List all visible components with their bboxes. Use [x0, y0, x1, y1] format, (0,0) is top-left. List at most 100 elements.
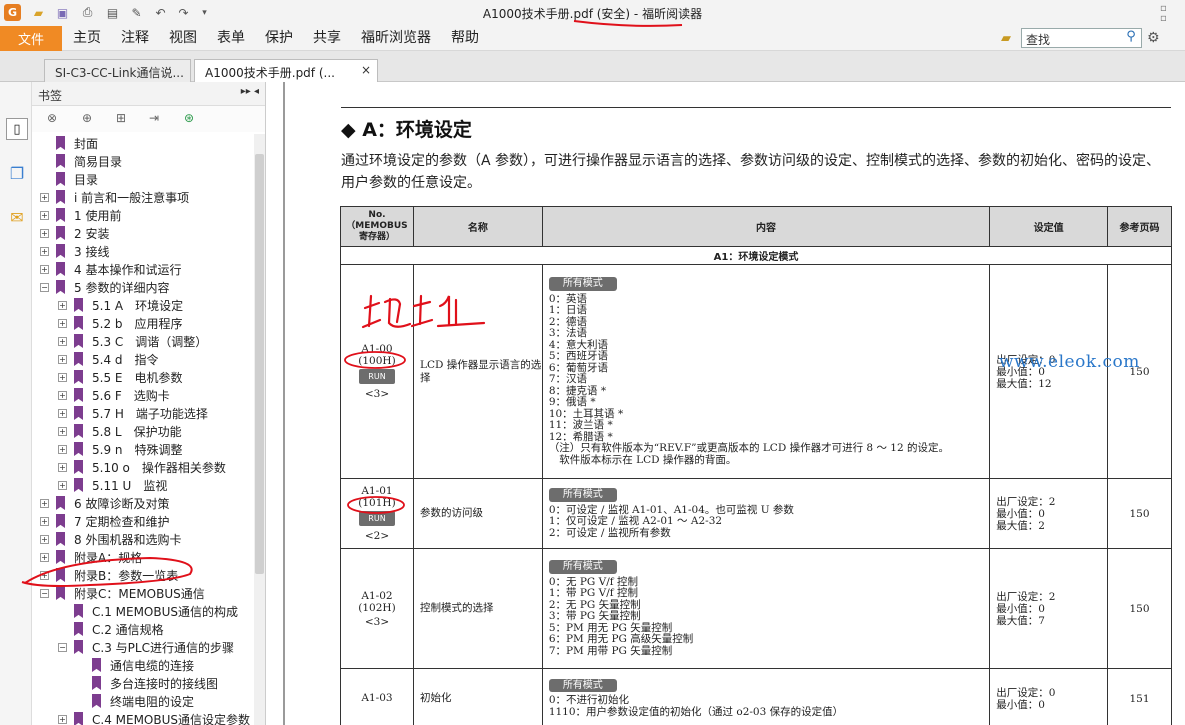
- document-view[interactable]: ◆ A：环境设定 通过环境设定的参数（A 参数），可进行操作器显示语言的选择、参…: [265, 82, 1185, 725]
- expand-icon[interactable]: +: [40, 264, 49, 274]
- bookmarks-scrollbar[interactable]: [254, 134, 265, 725]
- bookmark-item[interactable]: 终端电阻的设定: [76, 692, 194, 710]
- redo-icon[interactable]: ↷: [175, 4, 192, 21]
- bookmark-item[interactable]: +1 使用前: [40, 206, 121, 224]
- bookmark-item[interactable]: +5.4 d 指令: [58, 350, 159, 368]
- expand-bookmark-icon[interactable]: ⊞: [112, 111, 130, 129]
- close-icon[interactable]: ×: [361, 63, 371, 77]
- menu-share[interactable]: 共享: [302, 26, 350, 51]
- print-icon[interactable]: ⎙: [79, 4, 96, 21]
- undo-icon[interactable]: ↶: [152, 4, 169, 21]
- parameter-note: <2>: [364, 530, 390, 542]
- bookmark-item[interactable]: +5.5 E 电机参数: [58, 368, 182, 386]
- menu-protect[interactable]: 保护: [254, 26, 302, 51]
- bookmark-item[interactable]: +8 外围机器和选购卡: [40, 530, 181, 548]
- open-folder-icon[interactable]: ▰: [30, 4, 47, 21]
- bookmark-item[interactable]: +5.9 n 特殊调整: [58, 440, 183, 458]
- menu-help[interactable]: 帮助: [440, 26, 488, 51]
- bookmark-item[interactable]: C.2 通信规格: [58, 620, 164, 638]
- bookmark-item[interactable]: +5.2 b 应用程序: [58, 314, 183, 332]
- bookmark-item[interactable]: 多台连接时的接线图: [76, 674, 218, 692]
- expand-icon[interactable]: +: [58, 714, 67, 724]
- bookmark-item[interactable]: +7 定期检查和维护: [40, 512, 169, 530]
- bookmark-item[interactable]: 通信电缆的连接: [76, 656, 194, 674]
- expand-icon[interactable]: +: [40, 228, 49, 238]
- bookmark-item[interactable]: + 附录A：规格: [40, 548, 142, 566]
- bookmark-item[interactable]: + 附录B：参数一览表: [40, 566, 178, 584]
- expand-icon[interactable]: +: [58, 354, 67, 364]
- foxit-logo-icon[interactable]: G: [4, 4, 21, 21]
- bookmark-item[interactable]: + i 前言和一般注意事项: [40, 188, 189, 206]
- page-thumbnail-icon[interactable]: ▯: [6, 118, 28, 140]
- menu-home[interactable]: 主页: [62, 26, 110, 51]
- menu-foxit-browser[interactable]: 福昕浏览器: [350, 26, 440, 51]
- layers-icon[interactable]: ❐: [6, 162, 28, 184]
- menu-form[interactable]: 表单: [206, 26, 254, 51]
- bookmark-item[interactable]: +5.11 U 监视: [58, 476, 167, 494]
- find-folder-icon[interactable]: ▰: [1001, 31, 1011, 46]
- expand-icon[interactable]: +: [58, 462, 67, 472]
- add-bookmark-icon[interactable]: ⊕: [78, 111, 96, 129]
- delete-bookmark-icon[interactable]: ⊗: [43, 111, 61, 129]
- tab-a1000-manual[interactable]: A1000技术手册.pdf (... ×: [194, 59, 378, 82]
- expand-icon[interactable]: +: [40, 552, 49, 562]
- bookmark-item[interactable]: − C.3 与PLC进行通信的步骤: [58, 638, 234, 656]
- bookmark-item[interactable]: +5.3 C 调谐（调整）: [58, 332, 207, 350]
- bookmark-check-icon[interactable]: ⊛: [180, 111, 198, 129]
- expand-icon[interactable]: +: [40, 498, 49, 508]
- page-rule: [341, 107, 1171, 108]
- bookmark-item[interactable]: − 5 参数的详细内容: [40, 278, 169, 296]
- search-icon[interactable]: ⚲: [1122, 29, 1140, 47]
- comments-icon[interactable]: ✉: [6, 206, 28, 228]
- menu-comment[interactable]: 注释: [110, 26, 158, 51]
- tab-cc-link-manual[interactable]: SI-C3-CC-Link通信说...: [44, 59, 191, 82]
- expand-icon[interactable]: +: [40, 246, 49, 256]
- hand-tool-icon[interactable]: ✎: [128, 4, 145, 21]
- properties-icon[interactable]: ▤: [104, 4, 121, 21]
- bookmark-item[interactable]: +2 安装: [40, 224, 109, 242]
- scrollbar-thumb[interactable]: [255, 154, 264, 574]
- option-line: 11：波兰语 *: [548, 419, 613, 431]
- collapse-icon[interactable]: −: [40, 282, 49, 292]
- gear-icon[interactable]: ⚙: [1147, 30, 1160, 46]
- expand-icon[interactable]: +: [58, 444, 67, 454]
- expand-icon[interactable]: +: [58, 480, 67, 490]
- bookmark-item[interactable]: + C.4 MEMOBUS通信设定参数: [58, 710, 250, 725]
- expand-icon[interactable]: +: [40, 516, 49, 526]
- bookmark-item[interactable]: +3 接线: [40, 242, 109, 260]
- expand-icon[interactable]: +: [40, 534, 49, 544]
- collapse-panel-icon[interactable]: ▸▸ ◂: [241, 86, 259, 97]
- expand-icon[interactable]: +: [40, 210, 49, 220]
- option-line: 4：意大利语: [548, 338, 608, 351]
- bookmark-item[interactable]: C.1 MEMOBUS通信的构成: [58, 602, 238, 620]
- bookmark-item[interactable]: +5.7 H 端子功能选择: [58, 404, 208, 422]
- bookmark-item[interactable]: 封面: [40, 134, 98, 152]
- bookmark-item[interactable]: +5.8 L 保护功能: [58, 422, 182, 440]
- expand-icon[interactable]: +: [58, 426, 67, 436]
- collapse-icon[interactable]: −: [58, 642, 67, 652]
- menu-view[interactable]: 视图: [158, 26, 206, 51]
- expand-icon[interactable]: +: [58, 408, 67, 418]
- expand-icon[interactable]: +: [58, 318, 67, 328]
- bookmark-label: 5.2 b 应用程序: [92, 316, 183, 331]
- bookmark-item[interactable]: +5.6 F 选购卡: [58, 386, 170, 404]
- collapse-icon[interactable]: −: [40, 588, 49, 598]
- file-menu-button[interactable]: 文件: [0, 26, 62, 51]
- expand-icon[interactable]: +: [58, 336, 67, 346]
- bookmark-item[interactable]: − 附录C：MEMOBUS通信: [40, 584, 205, 602]
- bookmark-item[interactable]: +4 基本操作和试运行: [40, 260, 181, 278]
- expand-icon[interactable]: +: [58, 300, 67, 310]
- bookmark-item[interactable]: 简易目录: [40, 152, 122, 170]
- expand-icon[interactable]: +: [58, 372, 67, 382]
- expand-icon[interactable]: +: [58, 390, 67, 400]
- bookmark-item[interactable]: +6 故障诊断及对策: [40, 494, 169, 512]
- bookmark-item[interactable]: +5.10 o 操作器相关参数: [58, 458, 226, 476]
- goto-bookmark-icon[interactable]: ⇥: [145, 111, 163, 129]
- expand-icon[interactable]: +: [40, 192, 49, 202]
- save-icon[interactable]: ▣: [54, 4, 71, 21]
- bookmark-item[interactable]: +5.1 A 环境设定: [58, 296, 183, 314]
- expand-icon[interactable]: +: [40, 570, 49, 580]
- customize-dropdown-icon[interactable]: ▾: [196, 4, 213, 21]
- window-restore-icon[interactable]: ▫: [1160, 13, 1167, 24]
- bookmark-item[interactable]: 目录: [40, 170, 98, 188]
